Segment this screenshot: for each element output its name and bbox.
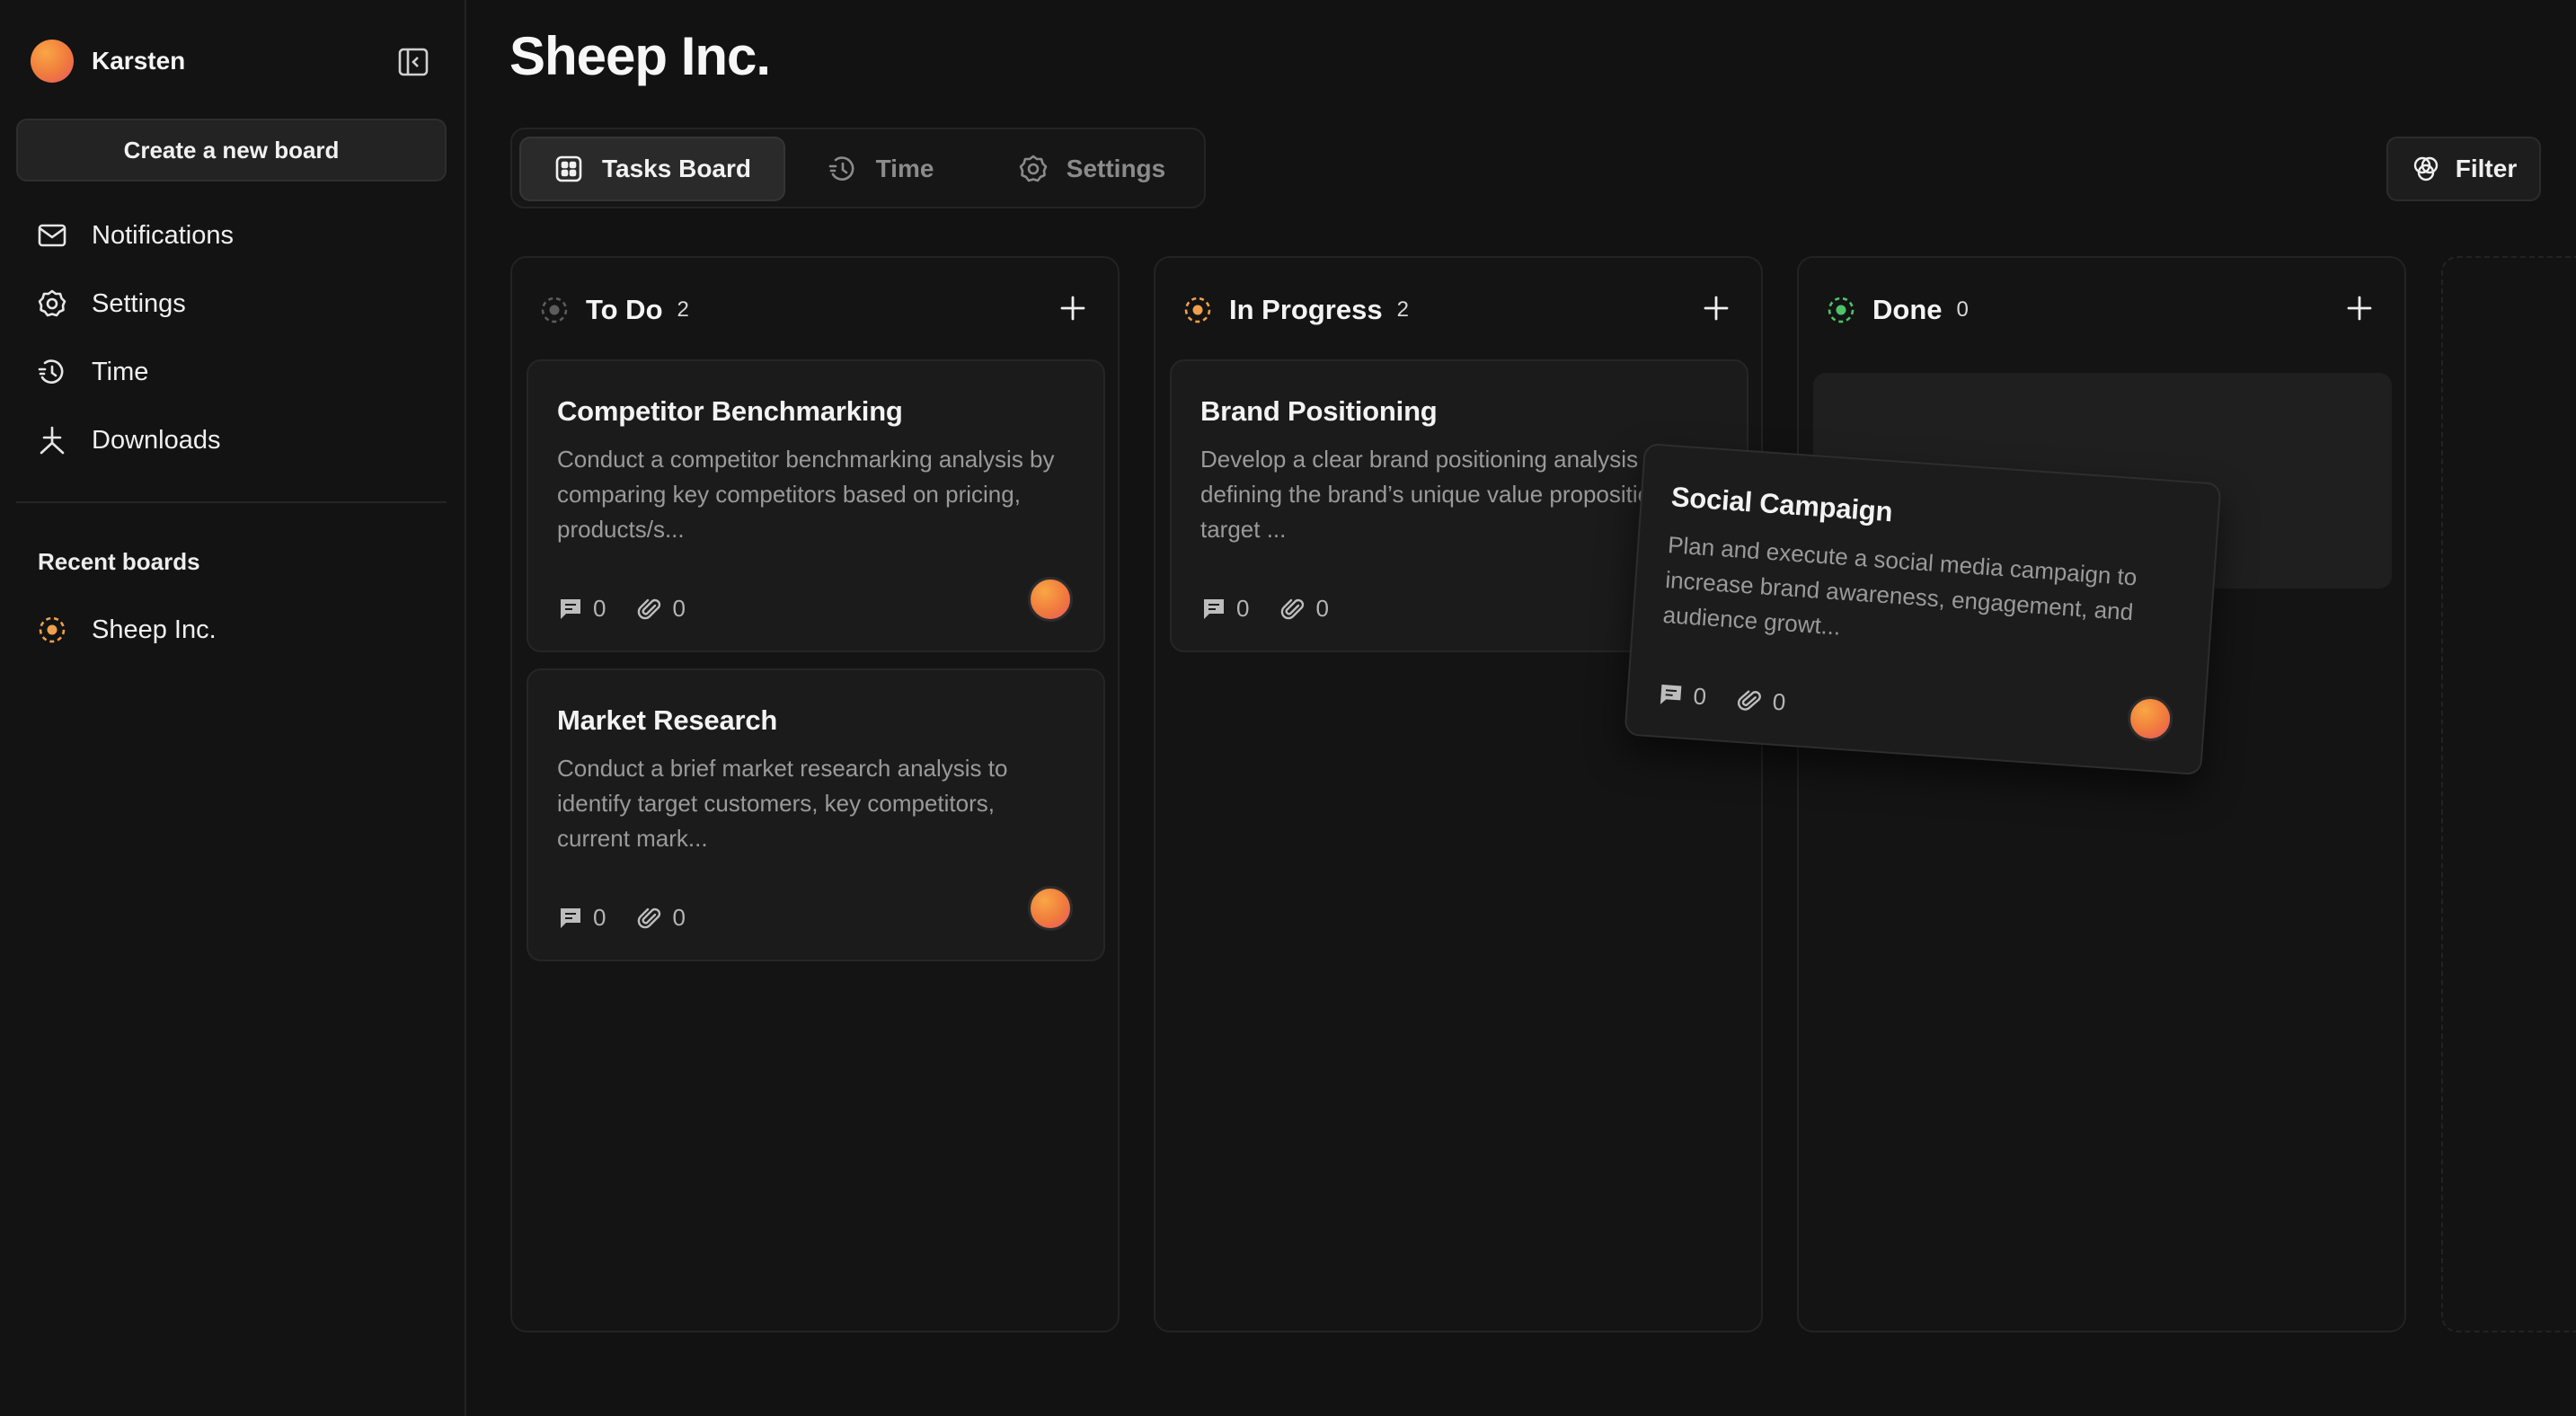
- column-count: 2: [1396, 297, 1409, 322]
- collapse-sidebar-button[interactable]: [395, 45, 431, 79]
- assignee-avatar[interactable]: [1028, 886, 1073, 931]
- download-icon: [36, 424, 68, 456]
- filter-button[interactable]: Filter: [2386, 137, 2541, 201]
- timer-icon: [36, 356, 68, 388]
- column-done: Done 0: [1797, 256, 2406, 1332]
- column-next-partial: [2441, 256, 2576, 1332]
- user-name: Karsten: [92, 47, 186, 75]
- tab-label: Time: [875, 155, 934, 182]
- card-meta: 0 0: [1200, 595, 1359, 623]
- column-in-progress: In Progress 2 Brand Positioning Develop …: [1154, 256, 1763, 1332]
- paperclip-icon: [1736, 686, 1765, 714]
- sidebar-nav: Notifications Settings Time Downloads: [36, 201, 234, 474]
- card-description: Plan and execute a social media campaign…: [1661, 531, 2138, 641]
- sidebar-item-downloads[interactable]: Downloads: [36, 406, 234, 474]
- assignee-avatar[interactable]: [1028, 577, 1073, 622]
- card-description: Develop a clear brand positioning analys…: [1200, 446, 1670, 543]
- assignee-avatar[interactable]: [2126, 695, 2174, 743]
- tab-settings[interactable]: Settings: [988, 137, 1195, 201]
- comment-count: 0: [1692, 682, 1708, 711]
- plus-icon: [1704, 296, 1729, 321]
- board-grid-icon: [553, 154, 584, 184]
- page-title: Sheep Inc.: [509, 26, 771, 86]
- card-title: Competitor Benchmarking: [557, 395, 903, 427]
- plus-icon: [2347, 296, 2372, 321]
- tab-time[interactable]: Time: [800, 137, 961, 201]
- card-meta: 0 0: [557, 904, 716, 932]
- attachment-count: 0: [672, 904, 686, 931]
- sidebar-divider: [16, 501, 447, 503]
- tab-tasks-board[interactable]: Tasks Board: [519, 137, 785, 201]
- comment-icon: [557, 596, 584, 623]
- sidebar-item-settings[interactable]: Settings: [36, 270, 234, 338]
- avatar: [31, 40, 74, 83]
- plus-icon: [1060, 296, 1085, 321]
- card-title: Market Research: [557, 704, 778, 736]
- filter-label: Filter: [2455, 155, 2518, 182]
- sidebar-item-notifications[interactable]: Notifications: [36, 201, 234, 270]
- card-title: Social Campaign: [1669, 481, 1894, 528]
- column-todo: To Do 2 Competitor Benchmarking Conduct …: [510, 256, 1120, 1332]
- card-title: Brand Positioning: [1200, 395, 1438, 427]
- add-card-button[interactable]: [2341, 290, 2377, 326]
- add-card-button[interactable]: [1055, 290, 1091, 326]
- sidebar-collapse-icon: [398, 48, 429, 76]
- task-card[interactable]: Market Research Conduct a brief market r…: [527, 668, 1105, 961]
- add-card-button[interactable]: [1698, 290, 1734, 326]
- sidebar-item-label: Notifications: [92, 220, 234, 250]
- comment-icon: [1200, 596, 1227, 623]
- comment-count: 0: [593, 904, 606, 931]
- comment-count: 0: [593, 595, 606, 622]
- column-title: Done: [1872, 294, 1943, 325]
- in-progress-status-icon: [36, 614, 68, 646]
- column-header: Done 0: [1826, 292, 1969, 328]
- sidebar: Karsten Create a new board Notifications: [0, 0, 466, 1416]
- card-description: Conduct a brief market research analysis…: [557, 755, 1008, 852]
- tab-label: Settings: [1066, 155, 1166, 182]
- column-header: To Do 2: [539, 292, 689, 328]
- card-meta: 0 0: [1657, 680, 1818, 719]
- column-header: In Progress 2: [1182, 292, 1409, 328]
- attachment-count: 0: [1315, 595, 1329, 622]
- mail-icon: [36, 219, 68, 252]
- sidebar-item-label: Time: [92, 357, 149, 386]
- sidebar-item-label: Downloads: [92, 425, 221, 455]
- paperclip-icon: [636, 596, 663, 623]
- paperclip-icon: [636, 905, 663, 932]
- recent-boards-heading: Recent boards: [38, 548, 200, 575]
- paperclip-icon: [1279, 596, 1306, 623]
- attachment-count: 0: [672, 595, 686, 622]
- card-description: Conduct a competitor benchmarking analys…: [557, 446, 1055, 543]
- column-count: 0: [1956, 297, 1969, 322]
- done-status-icon: [1826, 295, 1856, 325]
- column-count: 2: [677, 297, 689, 322]
- column-title: In Progress: [1229, 294, 1383, 325]
- sidebar-item-time[interactable]: Time: [36, 338, 234, 406]
- create-board-button[interactable]: Create a new board: [16, 119, 447, 181]
- sidebar-item-label: Settings: [92, 288, 186, 318]
- comment-icon: [1657, 680, 1686, 709]
- attachment-count: 0: [1771, 687, 1787, 716]
- tab-label: Tasks Board: [602, 155, 751, 182]
- task-card[interactable]: Competitor Benchmarking Conduct a compet…: [527, 359, 1105, 652]
- recent-board-label: Sheep Inc.: [92, 615, 217, 644]
- gear-icon: [1018, 154, 1049, 184]
- column-title: To Do: [586, 294, 663, 325]
- filter-icon: [2411, 154, 2441, 184]
- comment-icon: [557, 905, 584, 932]
- timer-icon: [828, 154, 858, 184]
- recent-board-item[interactable]: Sheep Inc.: [36, 598, 217, 661]
- card-meta: 0 0: [557, 595, 716, 623]
- view-tabs: Tasks Board Time Settings: [510, 128, 1206, 208]
- todo-status-icon: [539, 295, 570, 325]
- user-profile[interactable]: Karsten: [31, 40, 185, 83]
- dragging-task-card[interactable]: Social Campaign Plan and execute a socia…: [1624, 442, 2222, 776]
- comment-count: 0: [1236, 595, 1250, 622]
- in-progress-status-icon: [1182, 295, 1213, 325]
- gear-icon: [36, 288, 68, 320]
